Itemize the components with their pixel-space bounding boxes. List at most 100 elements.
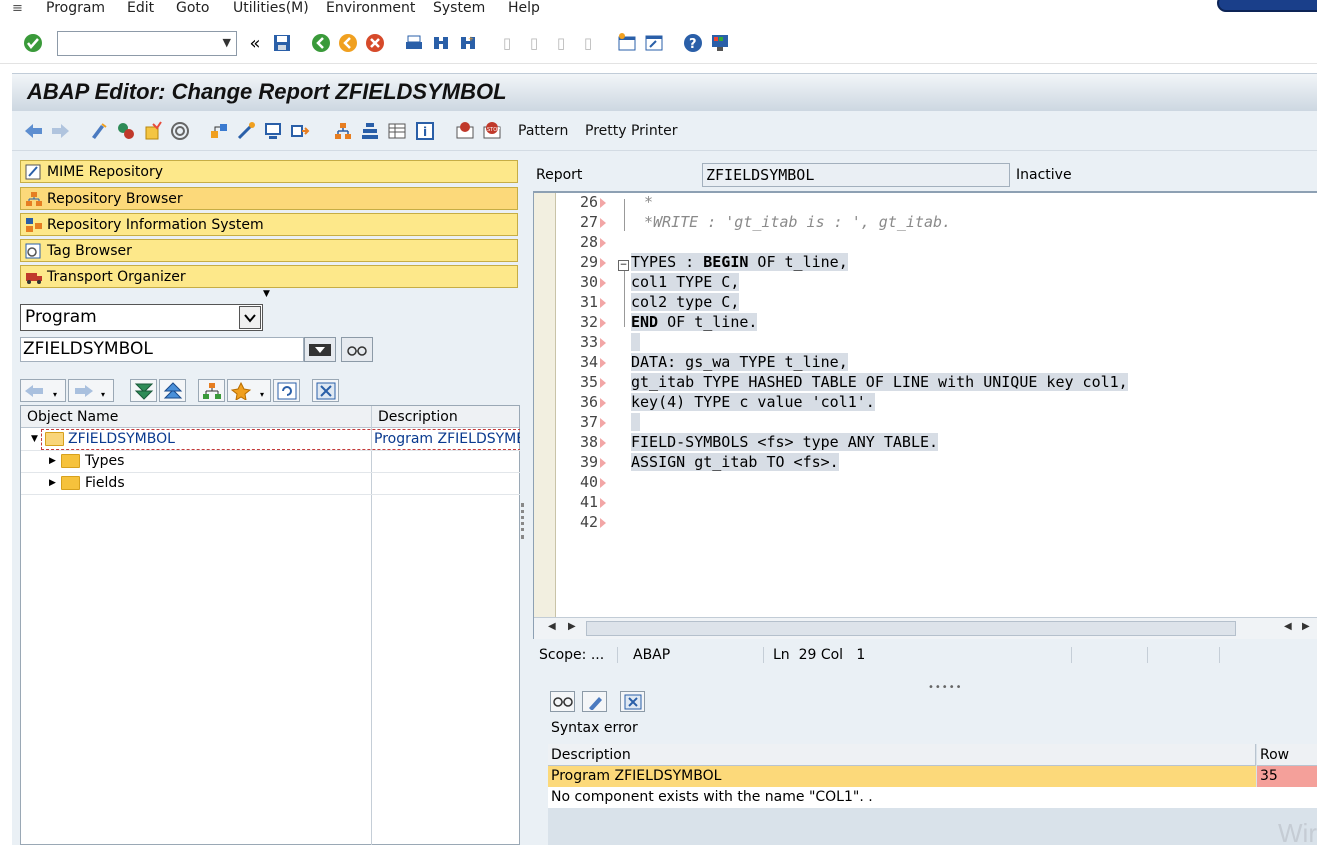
menu-help[interactable]: Help [508,0,540,16]
tree-column-object-name[interactable]: Object Name [27,409,118,425]
error-row-number[interactable]: 35 [1257,766,1317,787]
code-line[interactable]: 31 col2 type C, [556,293,1317,313]
save-icon[interactable] [271,32,293,54]
display-glasses-icon[interactable] [341,337,373,362]
chevron-down-icon[interactable] [239,306,261,329]
tree-column-description[interactable]: Description [378,409,458,425]
display-object-list-icon[interactable] [386,120,408,142]
error-column-description[interactable]: Description [548,744,1256,766]
code-editor[interactable]: − ◀ ▶ ◀ ▶ 26 * 27 *WRITE : 'gt_itab is : ',… [533,191,1317,639]
edit-pencil-icon[interactable] [582,691,607,712]
code-line[interactable]: 40 [556,473,1317,493]
navigation-window-icon[interactable] [262,120,284,142]
repository-browser-button[interactable]: Repository Browser [20,187,518,210]
where-used-icon[interactable] [208,120,230,142]
splitter-grip[interactable] [521,503,525,539]
close-tree-icon[interactable] [312,379,339,402]
back-icon[interactable] [310,32,332,54]
find-next-icon[interactable]: + [457,32,479,54]
command-field[interactable]: ▼ [57,31,237,56]
expand-arrow-icon[interactable]: ▼ [263,289,270,299]
enhance-icon[interactable] [289,120,311,142]
forward-arrow-icon[interactable] [50,120,72,142]
close-panel-icon[interactable] [620,691,645,712]
stack-icon[interactable] [359,120,381,142]
tree-forward-icon[interactable]: ▾ [68,379,114,402]
expand-all-icon[interactable] [130,379,157,402]
cancel-icon[interactable] [364,32,386,54]
next-page-icon[interactable]: ▯ [550,32,572,54]
code-line[interactable]: 38 FIELD-SYMBOLS <fs> type ANY TABLE. [556,433,1317,453]
check-icon[interactable] [142,120,164,142]
code-line[interactable]: 34 DATA: gs_wa TYPE t_line, [556,353,1317,373]
set-breakpoint-icon[interactable] [454,120,476,142]
code-line[interactable]: 28 [556,233,1317,253]
exit-icon[interactable] [337,32,359,54]
code-line[interactable]: 36 key(4) TYPE c value 'col1'. [556,393,1317,413]
session-breakpoint-icon[interactable]: STOP [481,120,503,142]
menu-system[interactable]: System [433,0,485,16]
code-line[interactable]: 42 [556,513,1317,533]
mime-repository-button[interactable]: MIME Repository [20,160,518,183]
caret-down-icon[interactable]: ▼ [31,434,38,444]
tag-browser-button[interactable]: Tag Browser [20,239,518,262]
editor-horizontal-scrollbar[interactable]: ◀ ▶ ◀ ▶ [534,617,1317,639]
code-line[interactable]: 37 [556,413,1317,433]
refresh-icon[interactable] [273,379,300,402]
command-field-dropdown-icon[interactable]: ▼ [223,36,231,49]
object-name-field[interactable]: ZFIELDSYMBOL [20,337,304,362]
code-line[interactable]: 39 ASSIGN gt_itab TO <fs>. [556,453,1317,473]
new-session-icon[interactable] [616,32,638,54]
scroll-thumb[interactable] [586,621,1236,636]
caret-right-icon[interactable]: ▶ [49,456,56,466]
previous-page-icon[interactable]: ▯ [523,32,545,54]
pattern-button[interactable]: Pattern [518,123,568,139]
code-line[interactable]: 32 END OF t_line. [556,313,1317,333]
code-line[interactable]: 35 gt_itab TYPE HASHED TABLE OF LINE with… [556,373,1317,393]
menu-utilities[interactable]: Utilities(M) [233,0,309,16]
tree-hierarchy-icon[interactable] [198,379,225,402]
tree-back-icon[interactable]: ▾ [20,379,66,402]
enter-icon[interactable] [22,32,44,54]
hierarchy-icon[interactable] [332,120,354,142]
code-line[interactable]: 29 TYPES : BEGIN OF t_line, [556,253,1317,273]
object-name-dropdown-button[interactable] [304,337,336,362]
menu-program[interactable]: Program [46,0,105,16]
find-icon[interactable] [430,32,452,54]
transport-organizer-button[interactable]: Transport Organizer [20,265,518,288]
menu-environment[interactable]: Environment [326,0,415,16]
display-glasses-icon[interactable] [550,691,575,712]
activate-icon[interactable] [169,120,191,142]
tree-row-program[interactable]: ▼ ZFIELDSYMBOL Program ZFIELDSYMBOL [21,429,521,450]
first-page-icon[interactable]: ▯ [496,32,518,54]
collapse-icon[interactable]: « [244,32,266,54]
code-line[interactable]: 41 [556,493,1317,513]
tree-row-types[interactable]: ▶ Types [21,451,521,472]
back-arrow-icon[interactable] [22,120,44,142]
code-line[interactable]: 33 [556,333,1317,353]
code-line[interactable]: 26 * [556,193,1317,213]
scroll-right-icon[interactable]: ▶ [568,621,576,632]
active-inactive-icon[interactable] [115,120,137,142]
menu-edit[interactable]: Edit [127,0,154,16]
scroll-left-icon[interactable]: ◀ [1284,621,1292,632]
object-type-dropdown[interactable]: Program [20,304,263,331]
scroll-left-icon[interactable]: ◀ [548,621,556,632]
menu-app-icon[interactable]: ≡ [12,1,30,17]
caret-right-icon[interactable]: ▶ [49,478,56,488]
help-icon[interactable]: ? [682,32,704,54]
repository-info-system-button[interactable]: Repository Information System [20,213,518,236]
display-change-icon[interactable] [88,120,110,142]
favorites-icon[interactable]: ▾ [227,379,271,402]
menu-goto[interactable]: Goto [176,0,209,16]
layout-menu-icon[interactable] [709,32,731,54]
object-list-icon[interactable] [235,120,257,142]
shortcut-icon[interactable] [643,32,665,54]
vertical-splitter[interactable] [520,151,530,845]
code-line[interactable]: 27 *WRITE : 'gt_itab is : ', gt_itab. [556,213,1317,233]
pretty-printer-button[interactable]: Pretty Printer [585,123,678,139]
tree-row-fields[interactable]: ▶ Fields [21,473,521,494]
code-line[interactable]: 30 col1 TYPE C, [556,273,1317,293]
scroll-right-icon[interactable]: ▶ [1302,621,1310,632]
print-icon[interactable] [403,32,425,54]
